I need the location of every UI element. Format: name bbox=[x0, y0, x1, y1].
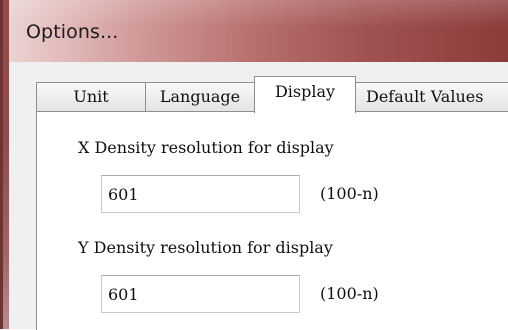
x-density-range-hint: (100-n) bbox=[320, 184, 379, 203]
tab-language[interactable]: Language bbox=[145, 82, 255, 111]
dialog-title-bar[interactable]: Options... bbox=[0, 0, 508, 62]
y-density-label: Y Density resolution for display bbox=[78, 238, 333, 257]
y-density-input[interactable]: 601 bbox=[101, 275, 300, 313]
tab-unit[interactable]: Unit bbox=[36, 82, 146, 111]
x-density-label: X Density resolution for display bbox=[78, 138, 334, 157]
x-density-input[interactable]: 601 bbox=[101, 175, 300, 213]
window-frame-edge bbox=[0, 0, 3, 329]
tab-display[interactable]: Display bbox=[254, 76, 356, 113]
tab-default-values[interactable]: Default Values bbox=[355, 82, 508, 111]
dialog-title: Options... bbox=[26, 21, 119, 43]
y-density-range-hint: (100-n) bbox=[320, 284, 379, 303]
